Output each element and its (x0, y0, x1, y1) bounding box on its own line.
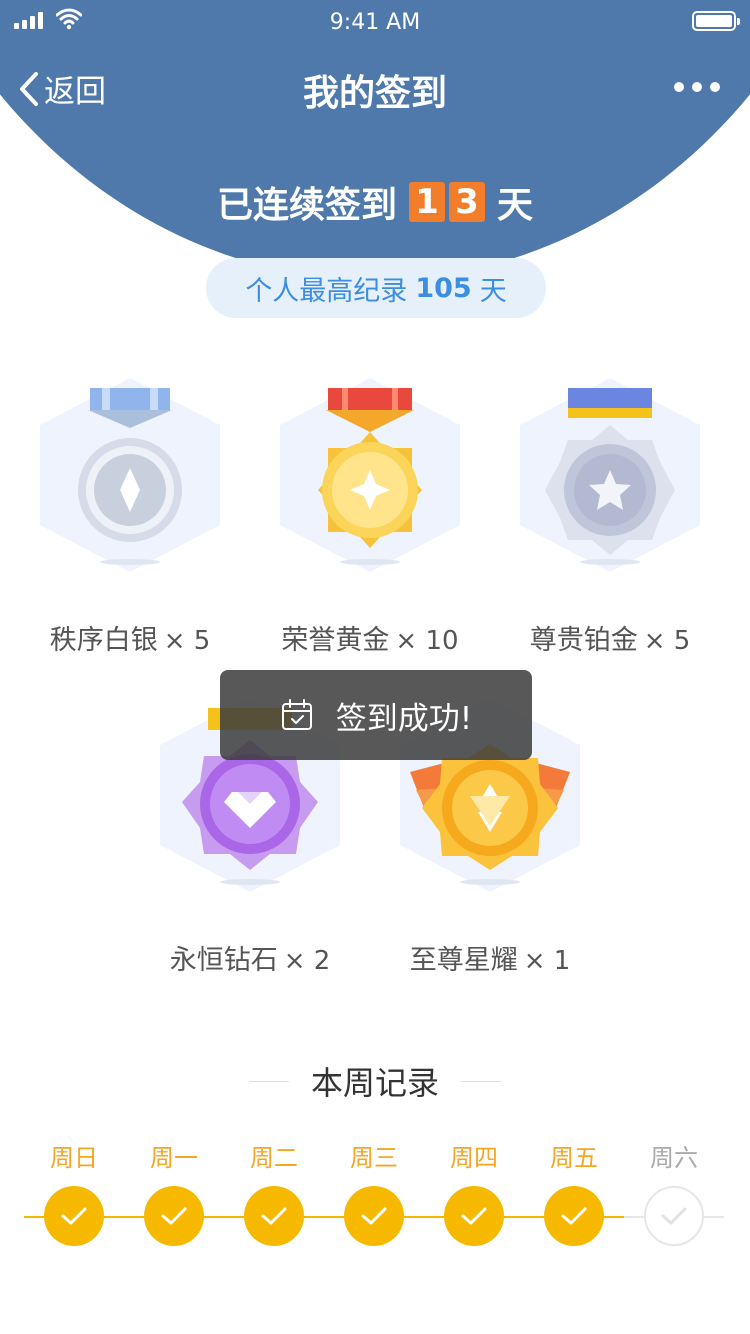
medal-count: × 5 (163, 626, 211, 656)
divider (248, 1080, 289, 1082)
medal-count: × 5 (643, 626, 691, 656)
checked-day-icon (344, 1186, 404, 1246)
week-day: 周二 (224, 1140, 324, 1246)
medal-count: × 2 (283, 946, 331, 976)
medal-label: 荣誉黄金 × 10 (240, 618, 500, 657)
medal-label: 至尊星耀 × 1 (360, 938, 620, 977)
medal-label: 秩序白银 × 5 (0, 618, 260, 657)
checked-day-icon (444, 1186, 504, 1246)
silver-medal-icon (40, 378, 220, 572)
week-day-label: 周三 (350, 1144, 398, 1172)
week-day-label: 周二 (250, 1144, 298, 1172)
medal-name: 秩序白银 (49, 625, 158, 656)
medal-count: × 10 (395, 626, 459, 656)
toast-text: 签到成功! (335, 700, 473, 737)
streak-digit: 1 (409, 182, 445, 222)
status-time: 9:41 AM (329, 10, 421, 35)
week-day-label: 周一 (150, 1144, 198, 1172)
header: 9:41 AM 返回 我的签到 已连续签到 1 3 天 (0, 0, 750, 300)
medal-name: 至尊星耀 (409, 945, 518, 976)
more-button[interactable] (674, 82, 720, 92)
medal-count: × 1 (523, 946, 571, 976)
week-day-label: 周四 (450, 1144, 498, 1172)
medal-label: 尊贵铂金 × 5 (480, 618, 740, 657)
week-day-label: 周日 (50, 1144, 98, 1172)
record-value: 105 (415, 272, 472, 304)
week-day: 周三 (324, 1140, 424, 1246)
week-day: 周日 (24, 1140, 124, 1246)
platinum-medal-icon (520, 378, 700, 572)
week-day: 周五 (524, 1140, 624, 1246)
medal-name: 永恒钻石 (169, 945, 278, 976)
record-unit: 天 (479, 275, 507, 307)
week-day: 周六 (624, 1140, 724, 1246)
medal-item-silver[interactable]: 秩序白银 × 5 (30, 370, 230, 656)
medal-name: 荣誉黄金 (281, 625, 390, 656)
streak-prefix: 已连续签到 (216, 185, 397, 226)
week-day: 周四 (424, 1140, 524, 1246)
week-track-progress (24, 1216, 624, 1218)
medal-item-gold[interactable]: 荣誉黄金 × 10 (270, 370, 470, 656)
checked-day-icon (44, 1186, 104, 1246)
record-label: 个人最高纪录 (245, 275, 408, 307)
unchecked-day-icon (644, 1186, 704, 1246)
gold-medal-icon (280, 378, 460, 572)
status-bar: 9:41 AM (0, 0, 750, 44)
medal-label: 永恒钻石 × 2 (120, 938, 380, 977)
checked-day-icon (244, 1186, 304, 1246)
week-day-label: 周五 (550, 1144, 598, 1172)
week-title-text: 本周记录 (310, 1064, 439, 1102)
week-day-label: 周六 (650, 1144, 698, 1172)
more-icon (674, 82, 684, 92)
streak-suffix: 天 (497, 185, 534, 226)
checked-day-icon (544, 1186, 604, 1246)
streak-digit: 3 (449, 182, 485, 222)
page-title: 我的签到 (302, 73, 447, 114)
week-record-title: 本周记录 (0, 1058, 750, 1104)
toast: 签到成功! (220, 670, 532, 760)
calendar-check-icon (281, 699, 312, 730)
week-tracker: 周日 周一 周二 周三 周四 周五 周六 (24, 1140, 724, 1260)
streak-banner: 已连续签到 1 3 天 (0, 176, 750, 228)
medal-name: 尊贵铂金 (529, 625, 638, 656)
divider (461, 1080, 501, 1082)
week-day: 周一 (124, 1140, 224, 1246)
best-record-badge: 个人最高纪录 105 天 (206, 258, 546, 318)
checked-day-icon (144, 1186, 204, 1246)
medal-item-platinum[interactable]: 尊贵铂金 × 5 (510, 370, 710, 656)
battery-icon (692, 11, 740, 31)
nav-bar: 返回 我的签到 (0, 44, 750, 128)
streak-digits: 1 3 (409, 182, 485, 222)
